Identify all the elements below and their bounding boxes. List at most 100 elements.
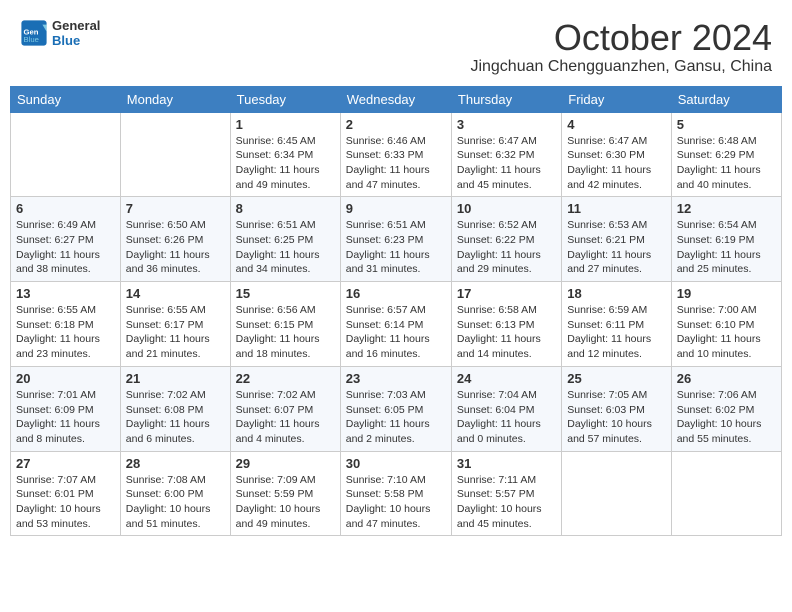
sunrise-text: Sunrise: 6:49 AM bbox=[16, 219, 96, 231]
day-number: 29 bbox=[236, 456, 335, 471]
column-header-monday: Monday bbox=[120, 86, 230, 112]
daylight-text: Daylight: 11 hours and 45 minutes. bbox=[457, 164, 541, 191]
calendar-cell: 9Sunrise: 6:51 AMSunset: 6:23 PMDaylight… bbox=[340, 197, 451, 282]
day-number: 24 bbox=[457, 371, 556, 386]
day-number: 26 bbox=[677, 371, 776, 386]
daylight-text: Daylight: 11 hours and 14 minutes. bbox=[457, 333, 541, 360]
day-number: 18 bbox=[567, 286, 665, 301]
day-info: Sunrise: 7:04 AMSunset: 6:04 PMDaylight:… bbox=[457, 388, 556, 447]
calendar-cell: 28Sunrise: 7:08 AMSunset: 6:00 PMDayligh… bbox=[120, 451, 230, 536]
day-info: Sunrise: 7:07 AMSunset: 6:01 PMDaylight:… bbox=[16, 473, 115, 532]
daylight-text: Daylight: 11 hours and 23 minutes. bbox=[16, 333, 100, 360]
sunset-text: Sunset: 6:02 PM bbox=[677, 404, 755, 416]
day-info: Sunrise: 6:47 AMSunset: 6:32 PMDaylight:… bbox=[457, 134, 556, 193]
sunset-text: Sunset: 6:34 PM bbox=[236, 149, 314, 161]
sunrise-text: Sunrise: 7:10 AM bbox=[346, 474, 426, 486]
day-info: Sunrise: 7:09 AM Sunset: 5:59 PM Daylight:… bbox=[236, 473, 335, 532]
title-block: October 2024 Jingchuan Chengguanzhen, Ga… bbox=[470, 18, 772, 76]
calendar-week-row: 6Sunrise: 6:49 AMSunset: 6:27 PMDaylight… bbox=[11, 197, 782, 282]
sunrise-text: Sunrise: 6:53 AM bbox=[567, 219, 647, 231]
sunset-text: Sunset: 6:14 PM bbox=[346, 319, 424, 331]
day-info: Sunrise: 6:54 AMSunset: 6:19 PMDaylight:… bbox=[677, 218, 776, 277]
daylight-text: Daylight: 11 hours and 42 minutes. bbox=[567, 164, 651, 191]
sunset-text: Sunset: 6:10 PM bbox=[677, 319, 755, 331]
daylight-text: Daylight: 11 hours and 29 minutes. bbox=[457, 249, 541, 276]
sunrise-text: Sunrise: 7:08 AM bbox=[126, 474, 206, 486]
day-info: Sunrise: 6:45 AMSunset: 6:34 PMDaylight:… bbox=[236, 134, 335, 193]
sunrise-text: Sunrise: 7:04 AM bbox=[457, 389, 537, 401]
daylight-text: Daylight: 10 hours and 45 minutes. bbox=[457, 503, 542, 530]
sunrise-text: Sunrise: 7:05 AM bbox=[567, 389, 647, 401]
sunset-text: Sunset: 6:33 PM bbox=[346, 149, 424, 161]
calendar-cell: 24 Sunrise: 7:04 AMSunset: 6:04 PMDayligh… bbox=[451, 366, 561, 451]
sunset-text: Sunset: 6:17 PM bbox=[126, 319, 204, 331]
sunset-text: Sunset: 5:58 PM bbox=[346, 488, 424, 500]
day-number: 7 bbox=[126, 201, 225, 216]
calendar-cell: 6Sunrise: 6:49 AMSunset: 6:27 PMDaylight… bbox=[11, 197, 121, 282]
sunrise-text: Sunrise: 6:47 AM bbox=[567, 135, 647, 147]
day-number: 22 bbox=[236, 371, 335, 386]
sunrise-text: Sunrise: 7:07 AM bbox=[16, 474, 96, 486]
calendar-cell: 18 Sunrise: 6:59 AM Sunset: 6:11 PM Dayligh… bbox=[562, 282, 671, 367]
daylight-text: Daylight: 11 hours and 27 minutes. bbox=[567, 249, 651, 276]
sunrise-text: Sunrise: 6:52 AM bbox=[457, 219, 537, 231]
day-info: Sunrise: 6:56 AMSunset: 6:15 PMDaylight:… bbox=[236, 303, 335, 362]
sunset-text: Sunset: 6:01 PM bbox=[16, 488, 94, 500]
daylight-text: Daylight: 11 hours and 10 minutes. bbox=[677, 333, 761, 360]
daylight-text: Daylight: 11 hours and 25 minutes. bbox=[677, 249, 761, 276]
daylight-text: Daylight: 10 hours and 49 minutes. bbox=[236, 503, 321, 530]
day-info: Sunrise: 7:03 AMSunset: 6:05 PMDaylight:… bbox=[346, 388, 446, 447]
day-info: Sunrise: 7:02 AMSunset: 6:08 PMDaylight:… bbox=[126, 388, 225, 447]
sunrise-text: Sunrise: 6:59 AM bbox=[567, 304, 647, 316]
column-header-sunday: Sunday bbox=[11, 86, 121, 112]
day-info: Sunrise: 6:51 AMSunset: 6:23 PMDaylight:… bbox=[346, 218, 446, 277]
sunrise-text: Sunrise: 7:06 AM bbox=[677, 389, 757, 401]
calendar-header-row: SundayMondayTuesdayWednesdayThursdayFrid… bbox=[11, 86, 782, 112]
daylight-text: Daylight: 10 hours and 55 minutes. bbox=[677, 418, 762, 445]
sunset-text: Sunset: 6:15 PM bbox=[236, 319, 314, 331]
sunset-text: Sunset: 6:30 PM bbox=[567, 149, 645, 161]
sunset-text: Sunset: 6:03 PM bbox=[567, 404, 645, 416]
calendar-cell: 22 Sunrise: 7:02 AMSunset: 6:07 PMDayligh… bbox=[230, 366, 340, 451]
day-number: 13 bbox=[16, 286, 115, 301]
daylight-text: Daylight: 11 hours and 0 minutes. bbox=[457, 418, 541, 445]
day-number: 4 bbox=[567, 117, 665, 132]
daylight-text: Daylight: 11 hours and 12 minutes. bbox=[567, 333, 651, 360]
calendar-week-row: 27 Sunrise: 7:07 AM Sunset: 6:01 PM Dayligh… bbox=[11, 451, 782, 536]
day-number: 20 bbox=[16, 371, 115, 386]
sunset-text: Sunset: 5:59 PM bbox=[236, 488, 314, 500]
daylight-text: Daylight: 11 hours and 21 minutes. bbox=[126, 333, 210, 360]
day-info: Sunrise: 6:48 AMSunset: 6:29 PMDaylight:… bbox=[677, 134, 776, 193]
sunset-text: Sunset: 6:23 PM bbox=[346, 234, 424, 246]
sunrise-text: Sunrise: 6:58 AM bbox=[457, 304, 537, 316]
calendar-cell: 1 Sunrise: 6:45 AMSunset: 6:34 PMDaylight… bbox=[230, 112, 340, 197]
day-number: 5 bbox=[677, 117, 776, 132]
day-number: 27 bbox=[16, 456, 115, 471]
sunset-text: Sunset: 6:09 PM bbox=[16, 404, 94, 416]
sunrise-text: Sunrise: 7:02 AM bbox=[126, 389, 206, 401]
calendar-cell: 7Sunrise: 6:50 AMSunset: 6:26 PMDaylight… bbox=[120, 197, 230, 282]
calendar-cell: 30Sunrise: 7:10 AMSunset: 5:58 PMDayligh… bbox=[340, 451, 451, 536]
calendar-cell: 23Sunrise: 7:03 AMSunset: 6:05 PMDayligh… bbox=[340, 366, 451, 451]
day-number: 3 bbox=[457, 117, 556, 132]
calendar-cell: 2Sunrise: 6:46 AMSunset: 6:33 PMDaylight… bbox=[340, 112, 451, 197]
daylight-text: Daylight: 10 hours and 51 minutes. bbox=[126, 503, 211, 530]
daylight-text: Daylight: 11 hours and 2 minutes. bbox=[346, 418, 430, 445]
day-number: 1 bbox=[236, 117, 335, 132]
calendar-cell: 5 Sunrise: 6:48 AMSunset: 6:29 PMDaylight… bbox=[671, 112, 781, 197]
day-info: Sunrise: 6:55 AMSunset: 6:17 PMDaylight:… bbox=[126, 303, 225, 362]
daylight-text: Daylight: 11 hours and 36 minutes. bbox=[126, 249, 210, 276]
calendar-cell: 11Sunrise: 6:53 AMSunset: 6:21 PMDayligh… bbox=[562, 197, 671, 282]
sunrise-text: Sunrise: 7:09 AM bbox=[236, 474, 316, 486]
sunset-text: Sunset: 6:11 PM bbox=[567, 319, 644, 331]
daylight-text: Daylight: 11 hours and 18 minutes. bbox=[236, 333, 320, 360]
calendar-cell: 14Sunrise: 6:55 AMSunset: 6:17 PMDayligh… bbox=[120, 282, 230, 367]
day-number: 8 bbox=[236, 201, 335, 216]
calendar-cell: 17Sunrise: 6:58 AMSunset: 6:13 PMDayligh… bbox=[451, 282, 561, 367]
daylight-text: Daylight: 11 hours and 16 minutes. bbox=[346, 333, 430, 360]
sunset-text: Sunset: 6:22 PM bbox=[457, 234, 535, 246]
day-info: Sunrise: 6:53 AMSunset: 6:21 PMDaylight:… bbox=[567, 218, 665, 277]
day-info: Sunrise: 7:02 AMSunset: 6:07 PMDaylight:… bbox=[236, 388, 335, 447]
calendar-cell bbox=[562, 451, 671, 536]
page-header: Gen Blue General Blue October 2024 Jingc… bbox=[10, 10, 782, 80]
